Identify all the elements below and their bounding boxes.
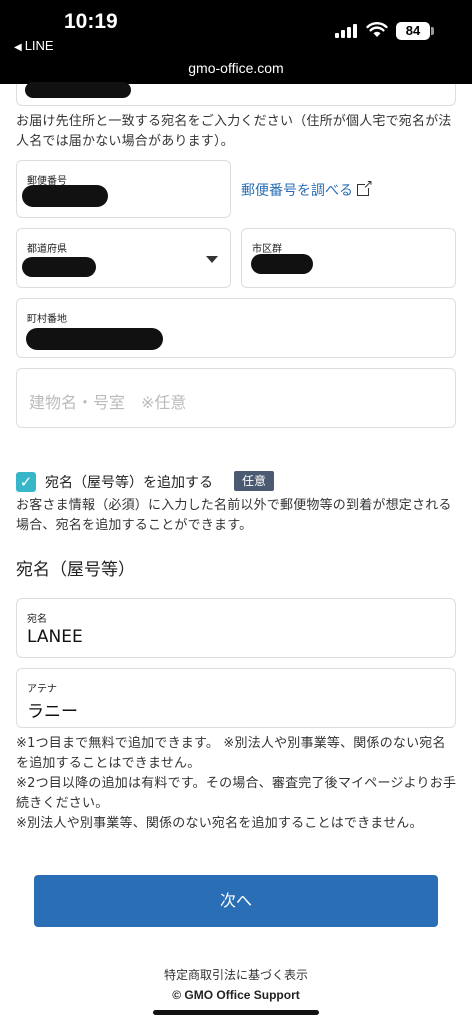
prefecture-select[interactable]: 都道府県 xyxy=(16,228,231,288)
status-bar: 10:19 ◀ LINE 84 gmo-office.com xyxy=(0,0,472,84)
building-field[interactable]: 建物名・号室 ※任意 xyxy=(16,368,456,428)
recipient-kana-label: アテナ xyxy=(27,684,57,695)
next-button[interactable]: 次へ xyxy=(34,875,438,927)
battery-cap xyxy=(431,27,434,35)
add-recipient-label[interactable]: 宛名（屋号等）を追加する xyxy=(45,472,213,492)
postal-lookup-link[interactable]: 郵便番号を調べる xyxy=(241,177,373,200)
address-note: お届け先住所と一致する宛名をご入力ください（住所が個人宅で宛名が法人名では届かな… xyxy=(16,114,452,149)
redacted-value xyxy=(251,254,313,274)
cellular-signal-icon xyxy=(335,22,359,38)
previous-field[interactable] xyxy=(16,82,456,106)
recipient-note-1: ※1つ目まで無料で追加できます。 ※別法人や別事業等、関係のない宛名を追加するこ… xyxy=(16,736,446,771)
status-time: 10:19 xyxy=(64,10,118,33)
recipient-note-2: ※2つ目以降の追加は有料です。その場合、審査完了後マイページよりお手続きください… xyxy=(16,776,457,811)
commerce-law-link[interactable]: 特定商取引法に基づく表示 xyxy=(0,966,472,983)
city-label: 市区群 xyxy=(252,244,282,255)
redacted-value xyxy=(22,257,96,277)
recipient-name-value: LANEE xyxy=(27,627,83,647)
chevron-down-icon xyxy=(206,256,218,263)
town-label: 町村番地 xyxy=(27,314,67,325)
copyright: © GMO Office Support xyxy=(172,988,300,1002)
optional-badge: 任意 xyxy=(234,471,275,491)
external-link-icon xyxy=(357,177,373,196)
city-field[interactable]: 市区群 xyxy=(241,228,456,288)
postal-code-field[interactable]: 郵便番号 xyxy=(16,160,231,218)
back-triangle-icon: ◀ xyxy=(14,42,22,53)
town-field[interactable]: 町村番地 xyxy=(16,298,456,358)
recipient-section-title: 宛名（屋号等） xyxy=(16,560,135,580)
add-recipient-note: お客さま情報（必須）に入力した名前以外で郵便物等の到着が想定される場合、宛名を追… xyxy=(16,498,452,533)
redacted-value xyxy=(26,328,163,350)
recipient-name-label: 宛名 xyxy=(27,614,47,625)
recipient-kana-field[interactable]: アテナ ラニー xyxy=(16,668,456,728)
url-bar[interactable]: gmo-office.com xyxy=(0,60,472,76)
redacted-value xyxy=(22,185,108,207)
postal-lookup-label: 郵便番号を調べる xyxy=(241,183,353,199)
home-indicator[interactable] xyxy=(153,1010,319,1015)
wifi-icon xyxy=(366,22,388,37)
redacted-value xyxy=(25,82,131,98)
battery-icon: 84 xyxy=(396,22,430,40)
back-to-app-link[interactable]: ◀ LINE xyxy=(14,38,54,53)
recipient-note-3: ※別法人や別事業等、関係のない宛名を追加することはできません。 xyxy=(16,816,423,831)
recipient-kana-value: ラニー xyxy=(27,702,78,722)
building-placeholder: 建物名・号室 ※任意 xyxy=(29,393,187,412)
back-app-label: LINE xyxy=(24,38,54,53)
prefecture-label: 都道府県 xyxy=(27,244,67,255)
add-recipient-checkbox[interactable]: ✓ xyxy=(16,472,36,492)
recipient-name-field[interactable]: 宛名 LANEE xyxy=(16,598,456,658)
